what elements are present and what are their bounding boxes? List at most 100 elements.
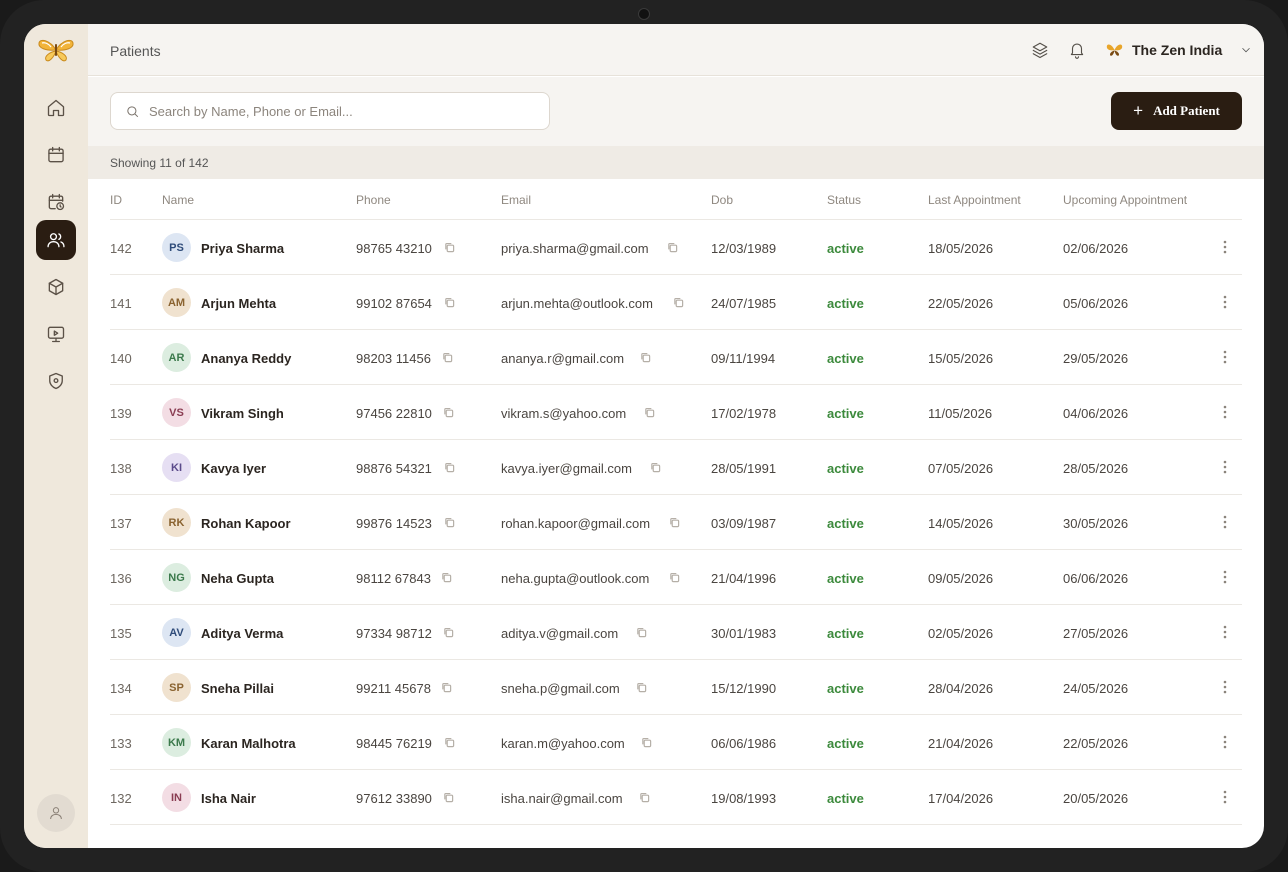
layers-button[interactable] — [1029, 39, 1051, 61]
patient-name[interactable]: Arjun Mehta — [201, 296, 276, 311]
copy-email-icon[interactable] — [673, 295, 685, 308]
copy-email-icon[interactable] — [640, 350, 652, 363]
sidebar — [24, 24, 88, 848]
patient-name[interactable]: Priya Sharma — [201, 241, 284, 256]
more-vertical-icon[interactable] — [1218, 458, 1232, 476]
more-vertical-icon[interactable] — [1218, 513, 1232, 531]
patient-phone: 98876 54321 — [356, 461, 432, 476]
sidebar-item-calendar[interactable] — [36, 135, 76, 175]
status-badge: active — [827, 351, 864, 366]
copy-phone-icon[interactable] — [444, 295, 456, 308]
copy-email-icon[interactable] — [636, 680, 648, 693]
status-badge: active — [827, 296, 864, 311]
copy-email-icon[interactable] — [639, 790, 651, 803]
copy-phone-icon[interactable] — [444, 735, 456, 748]
patient-name[interactable]: Isha Nair — [201, 791, 256, 806]
patient-name[interactable]: Neha Gupta — [201, 571, 274, 586]
copy-phone-icon[interactable] — [443, 625, 455, 638]
copy-phone-icon[interactable] — [443, 790, 455, 803]
search-input[interactable] — [149, 93, 539, 129]
add-patient-button[interactable]: + Add Patient — [1111, 92, 1242, 130]
status-badge: active — [827, 241, 864, 256]
plus-icon: + — [1133, 101, 1144, 120]
patient-name[interactable]: Sneha Pillai — [201, 681, 274, 696]
copy-phone-icon[interactable] — [441, 680, 453, 693]
user-avatar[interactable] — [37, 794, 75, 832]
more-vertical-icon[interactable] — [1218, 238, 1232, 256]
copy-email-icon[interactable] — [669, 570, 681, 583]
sidebar-item-appointments[interactable] — [36, 182, 76, 222]
copy-phone-icon[interactable] — [444, 240, 456, 253]
upcoming-appointment: 20/05/2026 — [1063, 791, 1129, 806]
copy-email-icon[interactable] — [667, 240, 679, 253]
sidebar-item-home[interactable] — [36, 88, 76, 128]
box-icon — [48, 278, 64, 296]
col-phone[interactable]: Phone — [356, 193, 391, 207]
patient-avatar: KM — [162, 728, 191, 757]
col-last-appointment[interactable]: Last Appointment — [928, 193, 1021, 207]
table-row[interactable]: 135 AV Aditya Verma 97334 98712 aditya.v@gma… — [110, 605, 1242, 660]
more-vertical-icon[interactable] — [1218, 348, 1232, 366]
col-dob[interactable]: Dob — [711, 193, 733, 207]
copy-email-icon[interactable] — [669, 515, 681, 528]
patient-avatar: AV — [162, 618, 191, 647]
patient-name[interactable]: Vikram Singh — [201, 406, 284, 421]
col-email[interactable]: Email — [501, 193, 531, 207]
table-row[interactable]: 141 AM Arjun Mehta 99102 87654 arjun.mehta@o… — [110, 275, 1242, 330]
sidebar-item-media[interactable] — [36, 314, 76, 354]
butterfly-logo-icon[interactable] — [36, 36, 76, 64]
more-vertical-icon[interactable] — [1218, 623, 1232, 641]
copy-email-icon[interactable] — [636, 625, 648, 638]
table-row[interactable]: 136 NG Neha Gupta 98112 67843 neha.gupta@out… — [110, 550, 1242, 605]
patient-name[interactable]: Kavya Iyer — [201, 461, 266, 476]
patient-name[interactable]: Karan Malhotra — [201, 736, 296, 751]
last-appointment: 11/05/2026 — [928, 406, 993, 421]
table-row[interactable]: 142 PS Priya Sharma 98765 43210 priya.sharma… — [110, 220, 1242, 275]
more-vertical-icon[interactable] — [1218, 788, 1232, 806]
upcoming-appointment: 05/06/2026 — [1063, 296, 1129, 311]
copy-email-icon[interactable] — [641, 735, 653, 748]
add-patient-label: Add Patient — [1153, 103, 1220, 118]
patient-id: 137 — [110, 516, 132, 531]
patient-phone: 97334 98712 — [356, 626, 432, 641]
more-vertical-icon[interactable] — [1218, 403, 1232, 421]
sidebar-item-security[interactable] — [36, 361, 76, 401]
upcoming-appointment: 29/05/2026 — [1063, 351, 1129, 366]
copy-phone-icon[interactable] — [441, 570, 453, 583]
col-name[interactable]: Name — [162, 193, 194, 207]
table-row[interactable]: 133 KM Karan Malhotra 98445 76219 karan.m@ya… — [110, 715, 1242, 770]
more-vertical-icon[interactable] — [1218, 678, 1232, 696]
copy-phone-icon[interactable] — [444, 515, 456, 528]
table-row[interactable]: 132 IN Isha Nair 97612 33890 isha.nair@gmail… — [110, 770, 1242, 825]
col-upcoming-appointment[interactable]: Upcoming Appointment — [1063, 193, 1187, 207]
more-vertical-icon[interactable] — [1218, 568, 1232, 586]
patient-name[interactable]: Rohan Kapoor — [201, 516, 291, 531]
table-row[interactable]: 134 SP Sneha Pillai 99211 45678 sneha.p@gmai… — [110, 660, 1242, 715]
copy-phone-icon[interactable] — [444, 460, 456, 473]
notifications-button[interactable] — [1066, 39, 1088, 61]
copy-email-icon[interactable] — [644, 405, 656, 418]
copy-phone-icon[interactable] — [443, 405, 455, 418]
copy-email-icon[interactable] — [650, 460, 662, 473]
patient-name[interactable]: Ananya Reddy — [201, 351, 291, 366]
patient-id: 142 — [110, 241, 132, 256]
sidebar-item-patients[interactable] — [36, 220, 76, 260]
table-row[interactable]: 140 AR Ananya Reddy 98203 11456 ananya.r@gma… — [110, 330, 1242, 385]
sidebar-item-inventory[interactable] — [36, 267, 76, 307]
status-badge: active — [827, 406, 864, 421]
patient-phone: 97456 22810 — [356, 406, 432, 421]
layers-icon — [1032, 42, 1048, 59]
col-id[interactable]: ID — [110, 193, 122, 207]
patient-name[interactable]: Aditya Verma — [201, 626, 283, 641]
patient-avatar: NG — [162, 563, 191, 592]
more-vertical-icon[interactable] — [1218, 733, 1232, 751]
table-row[interactable]: 137 RK Rohan Kapoor 99876 14523 rohan.kapoor… — [110, 495, 1242, 550]
patient-phone: 99211 45678 — [356, 681, 431, 696]
table-row[interactable]: 138 KI Kavya Iyer 98876 54321 kavya.iyer@gma… — [110, 440, 1242, 495]
patient-dob: 30/01/1983 — [711, 626, 777, 641]
col-status[interactable]: Status — [827, 193, 861, 207]
more-vertical-icon[interactable] — [1218, 293, 1232, 311]
copy-phone-icon[interactable] — [442, 350, 454, 363]
org-switcher[interactable]: The Zen India — [1106, 39, 1253, 61]
table-row[interactable]: 139 VS Vikram Singh 97456 22810 vikram.s@yah… — [110, 385, 1242, 440]
